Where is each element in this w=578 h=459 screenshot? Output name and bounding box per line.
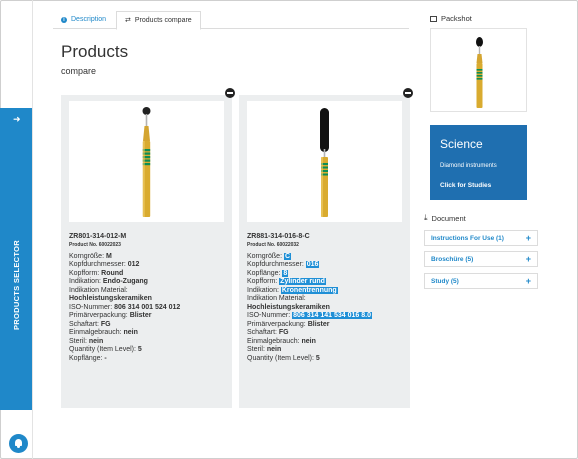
packshot-heading: Packshot [430, 14, 472, 23]
info-icon: i [61, 17, 67, 23]
spec-row: Hochleistungskeramiken [69, 295, 152, 302]
product-code: ZR801-314-012-M [69, 233, 127, 240]
product-number: Product No. 60022023 [69, 241, 121, 248]
packshot-heading-label: Packshot [441, 14, 472, 23]
product-card: ZR801-314-012-M Product No. 60022023 Kor… [61, 88, 235, 408]
science-title: Science [440, 137, 483, 151]
accordion-label: Study (5) [431, 277, 459, 285]
accordion-brochure[interactable]: Broschüre (5) + [424, 251, 538, 267]
product-specs: ZR881-314-016-8-C Product No. 60022032 K… [247, 233, 407, 363]
spec-row: ISO-Nummer: 806 314 001 524 012 [69, 303, 181, 311]
spec-row: Indikation Material: [69, 286, 128, 294]
science-banner[interactable]: Science Diamond instruments Click for St… [430, 125, 527, 200]
spec-row: Steril: nein [69, 337, 104, 345]
product-card: ZR881-314-016-8-C Product No. 60022032 K… [239, 88, 413, 408]
spec-row: Indikation: Kronentrennung [247, 286, 338, 294]
page-title: Products [61, 42, 129, 61]
spec-row: Kopflänge: 8 [247, 269, 289, 277]
bell-icon[interactable] [9, 434, 28, 453]
tab-description[interactable]: i Description [53, 11, 114, 29]
products-selector-label: PRODUCTS SELECTOR [12, 240, 21, 330]
arrow-right-icon: ➜ [13, 114, 21, 124]
download-icon: ⤓ [424, 213, 428, 222]
document-heading: ⤓ Document [424, 213, 466, 223]
science-subtitle: Diamond instruments [440, 163, 497, 169]
spec-row: Primärverpackung: Blister [69, 312, 152, 319]
spec-row: Einmalgebrauch: nein [247, 337, 316, 345]
spec-row: Einmalgebrauch: nein [69, 329, 138, 336]
spec-row: Indikation Material: [247, 295, 306, 302]
spec-row: ISO-Nummer: 806 314 141 534 016 8.0 [247, 312, 372, 319]
spec-row: Steril: nein [247, 346, 282, 353]
plus-icon: + [525, 254, 531, 264]
product-code: ZR881-314-016-8-C [247, 233, 310, 240]
spec-row: Quantity (Item Level): 5 [69, 346, 142, 353]
product-specs: ZR801-314-012-M Product No. 60022023 Kor… [69, 233, 229, 363]
tab-bar: i Description ⇄ Products compare [53, 11, 409, 30]
bur-round-illustration [142, 107, 151, 217]
spec-row: Hochleistungskeramiken [247, 303, 330, 311]
products-selector-tab[interactable]: ➜ PRODUCTS SELECTOR [0, 108, 32, 410]
compare-icon: ⇄ [125, 16, 131, 24]
product-image [247, 101, 402, 222]
accordion-label: Instructions For Use (1) [431, 234, 504, 242]
spec-row: Quantity (Item Level): 5 [247, 354, 320, 362]
spec-row: Kopfdurchmesser: 016 [247, 261, 320, 268]
remove-icon[interactable] [403, 88, 413, 98]
spec-row: Kopfdurchmesser: 012 [69, 261, 140, 268]
spec-row: Schaftart: FG [69, 320, 111, 328]
remove-icon[interactable] [225, 88, 235, 98]
spec-row: Kopfform: Zylinder rund [247, 278, 326, 285]
tab-description-label: Description [71, 16, 107, 23]
accordion-study[interactable]: Study (5) + [424, 273, 538, 289]
plus-icon: + [525, 276, 531, 286]
accordion-label: Broschüre (5) [431, 255, 474, 263]
packshot-image[interactable] [430, 28, 527, 112]
bur-cylinder-illustration [320, 108, 329, 217]
spec-row: Primärverpackung: Blister [247, 320, 330, 328]
spec-row: Indikation: Endo-Zugang [69, 278, 148, 285]
product-image [69, 101, 224, 222]
spec-row: Korngröße: C [247, 252, 292, 260]
spec-row: Kopflänge: - [69, 354, 107, 362]
accordion-instructions-for-use[interactable]: Instructions For Use (1) + [424, 230, 538, 246]
document-heading-label: Document [431, 213, 466, 223]
page-subtitle: compare [61, 66, 97, 76]
plus-icon: + [525, 233, 531, 243]
tab-products-compare[interactable]: ⇄ Products compare [116, 11, 201, 30]
image-icon [430, 15, 437, 22]
spec-row: Korngröße: M [69, 252, 112, 260]
bur-packshot-illustration [476, 37, 483, 108]
click-for-studies-link[interactable]: Click for Studies [440, 182, 491, 189]
spec-row: Schaftart: FG [247, 329, 289, 336]
spec-row: Kopfform: Round [69, 269, 124, 277]
tab-compare-label: Products compare [134, 16, 192, 24]
product-number: Product No. 60022032 [247, 241, 299, 248]
